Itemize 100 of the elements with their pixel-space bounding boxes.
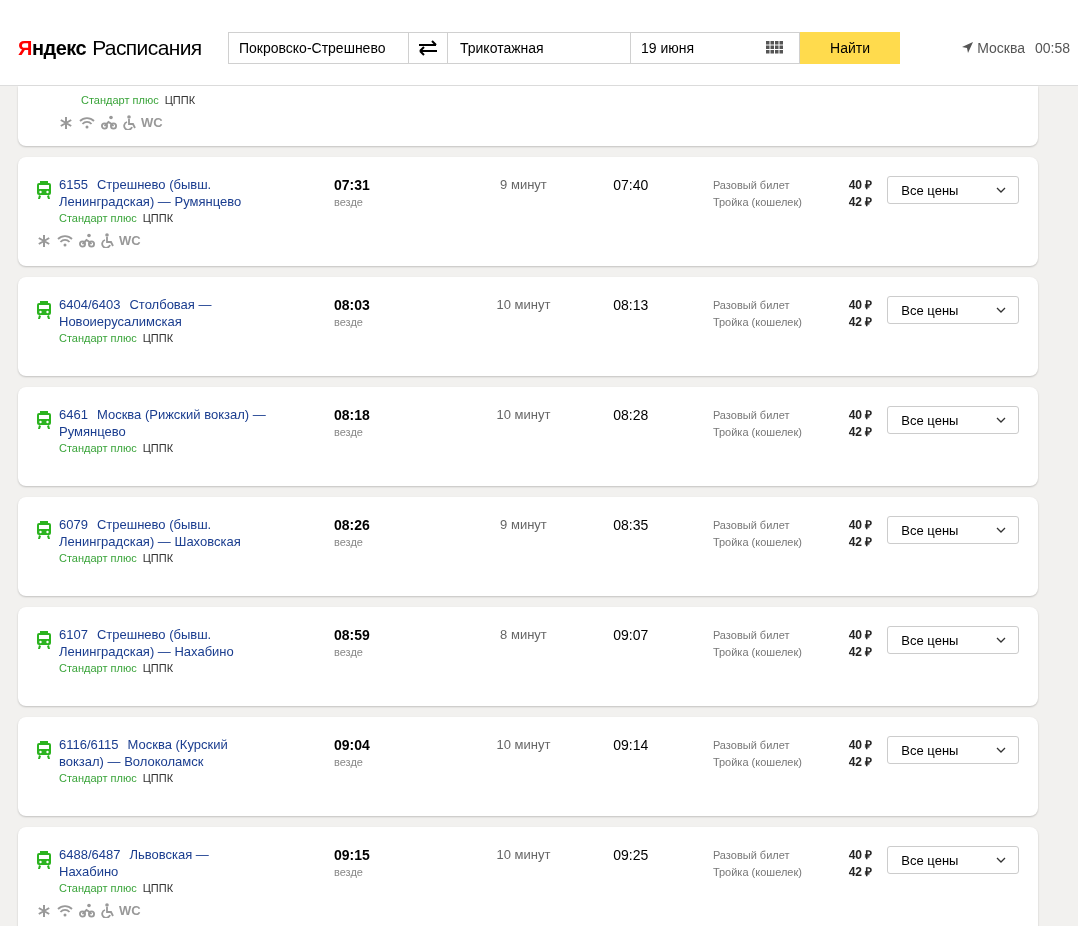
train-route-link[interactable]: 6488/6487 Львовская — Нахабино [59, 846, 271, 880]
fare-name: Тройка (кошелек) [712, 315, 802, 330]
fare-name: Тройка (кошелек) [712, 755, 802, 770]
trip-duration: 8 минут [499, 626, 548, 644]
departure-note: везде [334, 426, 364, 438]
wifi-icon [57, 234, 73, 247]
train-icon [37, 851, 51, 869]
fare-price: 40 ₽ [848, 178, 873, 193]
caret-icon [996, 747, 1006, 753]
fare-name: Разовый билет [712, 628, 790, 643]
city-link[interactable]: Москва [977, 39, 1025, 56]
departure-note: везде [334, 646, 364, 658]
wifi-icon [57, 904, 73, 917]
all-prices-dropdown[interactable]: Все цены [887, 176, 1019, 204]
date-field[interactable]: 19 июня [630, 31, 800, 64]
all-prices-dropdown[interactable]: Все цены [887, 296, 1019, 324]
all-prices-dropdown[interactable]: Все цены [887, 846, 1019, 874]
departure-time: 08:18 [334, 406, 371, 424]
caret-icon [996, 857, 1006, 863]
train-class: Стандарт плюс [59, 212, 137, 224]
departure-time: 08:26 [334, 516, 371, 534]
train-icon [37, 741, 51, 759]
carrier-name: ЦППК [142, 212, 174, 224]
bicycle-icon [79, 903, 95, 918]
bicycle-icon [101, 115, 117, 130]
fare-name: Разовый билет [712, 738, 790, 753]
arrival-time: 09:14 [613, 736, 650, 754]
train-class: Стандарт плюс [59, 772, 137, 784]
fare-name: Разовый билет [712, 178, 790, 193]
fare-price: 42 ₽ [848, 645, 873, 660]
arrival-time: 09:25 [613, 846, 650, 864]
calendar-icon [766, 41, 783, 54]
all-prices-dropdown[interactable]: Все цены [887, 406, 1019, 434]
train-route-link[interactable]: 6461 Москва (Рижский вокзал) — Румянцево [59, 406, 271, 440]
search-button[interactable]: Найти [800, 31, 900, 64]
carrier-name: ЦППК [142, 882, 174, 894]
train-icon [37, 301, 51, 319]
all-prices-dropdown[interactable]: Все цены [887, 516, 1019, 544]
fare-name: Тройка (кошелек) [712, 865, 802, 880]
fare-price: 40 ₽ [848, 738, 873, 753]
departure-time: 08:03 [334, 296, 371, 314]
caret-icon [996, 637, 1006, 643]
fare-price: 40 ₽ [848, 408, 873, 423]
toilet-label: WC [119, 233, 141, 248]
fare-name: Тройка (кошелек) [712, 195, 802, 210]
current-time: 00:58 [1034, 39, 1070, 56]
carrier-name: ЦППК [142, 442, 174, 454]
departure-note: везде [334, 866, 364, 878]
departure-note: везде [334, 316, 364, 328]
wifi-icon [79, 116, 95, 129]
all-prices-dropdown[interactable]: Все цены [887, 736, 1019, 764]
fare-price: 42 ₽ [848, 755, 873, 770]
train-icon [37, 631, 51, 649]
trip-duration: 9 минут [499, 516, 548, 534]
fare-name: Разовый билет [712, 518, 790, 533]
wheelchair-icon [101, 233, 115, 248]
trip-duration: 9 минут [499, 176, 548, 194]
wheelchair-icon [101, 903, 115, 918]
fare-name: Тройка (кошелек) [712, 535, 802, 550]
arrival-time: 09:07 [613, 626, 650, 644]
fare-price: 40 ₽ [848, 628, 873, 643]
departure-note: везде [334, 536, 364, 548]
caret-icon [996, 187, 1006, 193]
departure-time: 08:59 [334, 626, 371, 644]
brand-logo[interactable]: Яндекс [18, 36, 87, 60]
departure-note: везде [334, 196, 364, 208]
train-class: Стандарт плюс [59, 442, 137, 454]
train-icon [37, 411, 51, 429]
train-route-link[interactable]: 6404/6403 Столбовая — Новоиерусалимская [59, 296, 271, 330]
train-class: Стандарт плюс [59, 662, 137, 674]
train-route-link[interactable]: 6116/6115 Москва (Курский вокзал) — Волоколамск [59, 736, 271, 770]
caret-icon [996, 307, 1006, 313]
departure-time: 07:31 [334, 176, 371, 194]
train-route-link[interactable]: 6155 Стрешнево (бывш. Ленинградская) — Румянцево [59, 176, 271, 210]
trip-duration: 10 минут [495, 736, 552, 754]
all-prices-dropdown[interactable]: Все цены [887, 626, 1019, 654]
arrival-time: 08:13 [613, 296, 650, 314]
carrier-name: ЦППК [142, 552, 174, 564]
train-icon [37, 521, 51, 539]
fare-price: 42 ₽ [848, 865, 873, 880]
fare-price: 40 ₽ [848, 518, 873, 533]
fare-name: Разовый билет [712, 848, 790, 863]
caret-icon [996, 417, 1006, 423]
trip-duration: 10 минут [495, 296, 552, 314]
carrier-name: ЦППК [164, 94, 196, 106]
fare-price: 40 ₽ [848, 298, 873, 313]
snowflake-icon [59, 115, 73, 130]
fare-price: 40 ₽ [848, 848, 873, 863]
train-class: Стандарт плюс [59, 552, 137, 564]
wheelchair-icon [123, 115, 137, 130]
fare-name: Разовый билет [712, 408, 790, 423]
swap-button[interactable] [409, 31, 448, 64]
departure-note: везде [334, 756, 364, 768]
train-class: Стандарт плюс [59, 332, 137, 344]
departure-time: 09:15 [334, 846, 371, 864]
train-route-link[interactable]: 6079 Стрешнево (бывш. Ленинградская) — Шаховская [59, 516, 271, 550]
trip-duration: 10 минут [495, 846, 552, 864]
from-station-field[interactable]: Покровско-Стрешнево [228, 31, 409, 64]
to-station-field[interactable]: Трикотажная [448, 31, 630, 64]
train-route-link[interactable]: 6107 Стрешнево (бывш. Ленинградская) — Нахабино [59, 626, 271, 660]
